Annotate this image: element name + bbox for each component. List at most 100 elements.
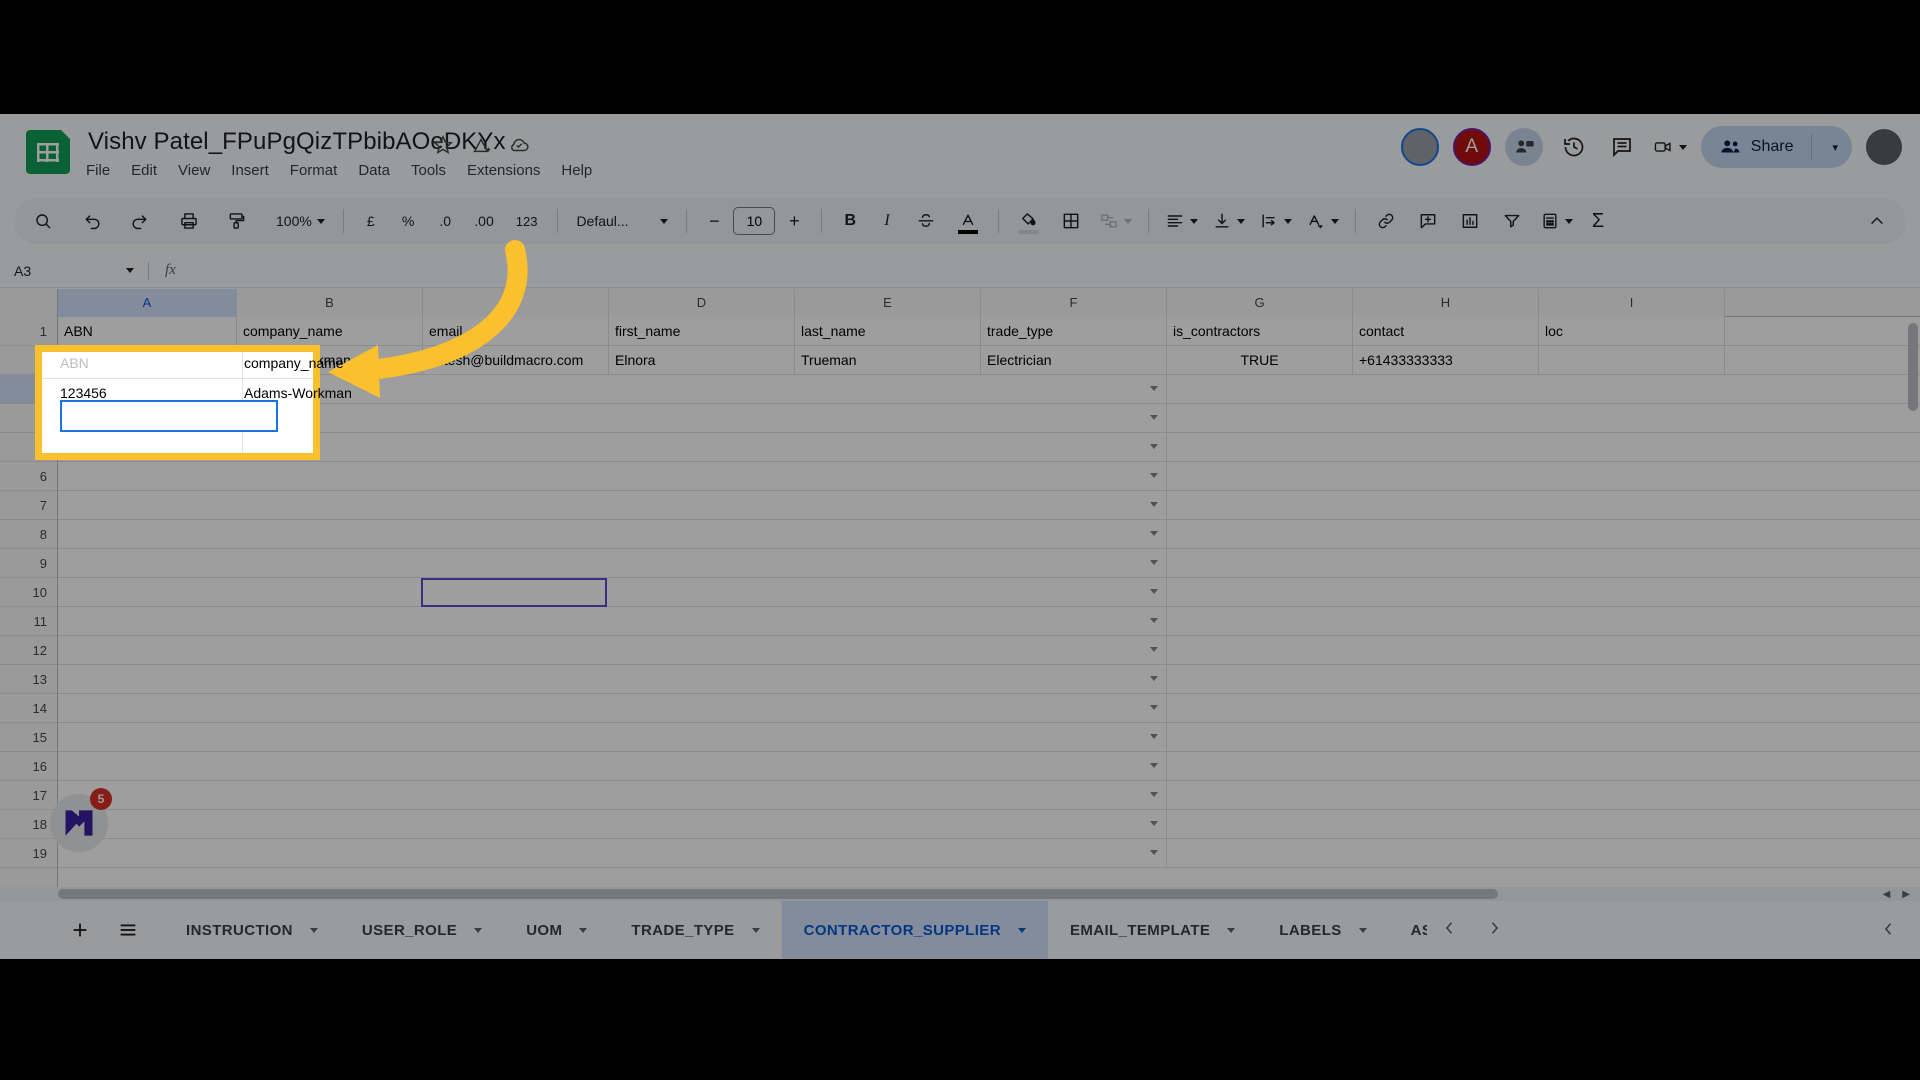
cell-h1[interactable]: contact xyxy=(1353,317,1539,345)
name-box[interactable]: A3 xyxy=(0,263,148,279)
sheet-tab-instruction[interactable]: INSTRUCTION xyxy=(164,901,340,959)
cell-a2[interactable]: 123456 xyxy=(58,346,237,374)
collapse-toolbar-icon[interactable] xyxy=(1860,204,1894,238)
row-header-8[interactable]: 8 xyxy=(0,520,57,549)
column-header-g[interactable]: G xyxy=(1167,289,1353,317)
sheet-scroll-right-icon[interactable] xyxy=(1485,919,1503,942)
cell-f15[interactable] xyxy=(981,723,1167,751)
collaborator-avatar-1[interactable] xyxy=(1400,128,1439,166)
move-to-drive-icon[interactable] xyxy=(470,134,492,156)
sheet-tab-contractor-supplier[interactable]: CONTRACTOR_SUPPLIER xyxy=(781,901,1048,959)
cell-a1[interactable]: ABN xyxy=(58,317,237,345)
cell-f7[interactable] xyxy=(981,491,1167,519)
vertical-align-icon[interactable] xyxy=(1206,204,1251,238)
menu-view[interactable]: View xyxy=(178,162,210,179)
data-validation-arrow-icon[interactable] xyxy=(1150,734,1158,739)
cloud-saved-icon[interactable] xyxy=(508,134,530,156)
menu-insert[interactable]: Insert xyxy=(231,162,269,179)
zoom-select[interactable]: 100% xyxy=(268,204,333,238)
horizontal-align-icon[interactable] xyxy=(1159,204,1204,238)
data-validation-arrow-icon[interactable] xyxy=(1150,502,1158,507)
filter-icon[interactable] xyxy=(1492,204,1532,238)
data-validation-arrow-icon[interactable] xyxy=(1150,589,1158,594)
print-icon[interactable] xyxy=(172,204,206,238)
menu-tools[interactable]: Tools xyxy=(411,162,446,179)
cell-f4[interactable] xyxy=(981,404,1167,432)
borders-icon[interactable] xyxy=(1051,204,1091,238)
font-family-select[interactable]: Defaul... xyxy=(568,204,676,238)
decrease-font-size-button[interactable]: − xyxy=(697,204,731,238)
row-header-19[interactable]: 19 xyxy=(0,839,57,868)
insert-chart-icon[interactable] xyxy=(1450,204,1490,238)
chevron-down-icon[interactable] xyxy=(309,927,318,933)
row-header-12[interactable]: 12 xyxy=(0,636,57,665)
increase-font-size-button[interactable]: + xyxy=(777,204,811,238)
cell-f8[interactable] xyxy=(981,520,1167,548)
data-validation-arrow-icon[interactable] xyxy=(1150,676,1158,681)
meet-caret-icon[interactable] xyxy=(1678,144,1687,150)
data-validation-arrow-icon[interactable] xyxy=(1150,821,1158,826)
column-header-i[interactable]: I xyxy=(1539,289,1725,317)
cell-i1[interactable]: loc xyxy=(1539,317,1725,345)
user-avatar[interactable] xyxy=(1866,129,1902,165)
menu-format[interactable]: Format xyxy=(290,162,338,179)
functions-icon[interactable] xyxy=(1534,204,1579,238)
text-wrap-icon[interactable] xyxy=(1253,204,1298,238)
increase-decimal-button[interactable]: .00 xyxy=(464,204,503,238)
cell-f3[interactable] xyxy=(981,375,1167,403)
cell-f9[interactable] xyxy=(981,549,1167,577)
row-header-6[interactable]: 6 xyxy=(0,462,57,491)
cell-f13[interactable] xyxy=(981,665,1167,693)
cell-b1[interactable]: company_name xyxy=(237,317,423,345)
data-validation-arrow-icon[interactable] xyxy=(1150,850,1158,855)
cell-f17[interactable] xyxy=(981,781,1167,809)
column-header-d[interactable]: D xyxy=(609,289,795,317)
undo-icon[interactable] xyxy=(76,204,110,238)
column-header-f[interactable]: F xyxy=(981,289,1167,317)
cell-f19[interactable] xyxy=(981,839,1167,867)
data-validation-arrow-icon[interactable] xyxy=(1150,415,1158,420)
merge-cells-icon[interactable] xyxy=(1093,204,1138,238)
row-header-2[interactable]: 2 xyxy=(0,346,57,375)
percent-format-button[interactable]: % xyxy=(390,204,426,238)
column-header-a[interactable]: A xyxy=(58,289,237,317)
menu-edit[interactable]: Edit xyxy=(131,162,157,179)
row-header-5[interactable]: 5 xyxy=(0,433,57,462)
chevron-down-icon[interactable] xyxy=(1017,927,1026,933)
data-validation-arrow-icon[interactable] xyxy=(1150,386,1158,391)
currency-format-button[interactable]: £ xyxy=(354,204,388,238)
row-header-1[interactable]: 1 xyxy=(0,317,57,346)
presence-icon[interactable] xyxy=(1504,128,1543,166)
cell-i2[interactable] xyxy=(1539,346,1725,374)
collaborator-avatar-2[interactable]: A xyxy=(1452,128,1491,166)
cell-f2[interactable]: Electrician xyxy=(981,346,1167,374)
chevron-down-icon[interactable] xyxy=(474,927,483,933)
chevron-down-icon[interactable] xyxy=(1227,927,1236,933)
text-color-button[interactable] xyxy=(948,204,988,238)
search-icon[interactable] xyxy=(26,204,60,238)
menu-file[interactable]: File xyxy=(86,162,110,179)
cell-e2[interactable]: Trueman xyxy=(795,346,981,374)
fill-color-icon[interactable] xyxy=(1009,204,1049,238)
scroll-right-icon[interactable]: ▶ xyxy=(1902,889,1910,900)
sheet-tab-trade-type[interactable]: TRADE_TYPE xyxy=(609,901,781,959)
row-header-16[interactable]: 16 xyxy=(0,752,57,781)
insert-comment-icon[interactable] xyxy=(1408,204,1448,238)
column-header-c[interactable]: C xyxy=(423,289,609,317)
select-all-corner[interactable] xyxy=(0,289,58,317)
row-header-15[interactable]: 15 xyxy=(0,723,57,752)
cell-g2[interactable]: TRUE xyxy=(1167,346,1353,374)
data-validation-arrow-icon[interactable] xyxy=(1150,705,1158,710)
all-sheets-button[interactable] xyxy=(108,910,148,950)
cell-g1[interactable]: is_contractors xyxy=(1167,317,1353,345)
sheet-tab-user-role[interactable]: USER_ROLE xyxy=(340,901,504,959)
menu-help[interactable]: Help xyxy=(561,162,592,179)
cell-c1[interactable]: email xyxy=(423,317,609,345)
cell-f1[interactable]: trade_type xyxy=(981,317,1167,345)
cell-e1[interactable]: last_name xyxy=(795,317,981,345)
menu-extensions[interactable]: Extensions xyxy=(467,162,540,179)
cell-d1[interactable]: first_name xyxy=(609,317,795,345)
sheet-tab-uom[interactable]: UOM xyxy=(504,901,609,959)
cell-f14[interactable] xyxy=(981,694,1167,722)
meet-camera-icon[interactable] xyxy=(1653,130,1687,164)
